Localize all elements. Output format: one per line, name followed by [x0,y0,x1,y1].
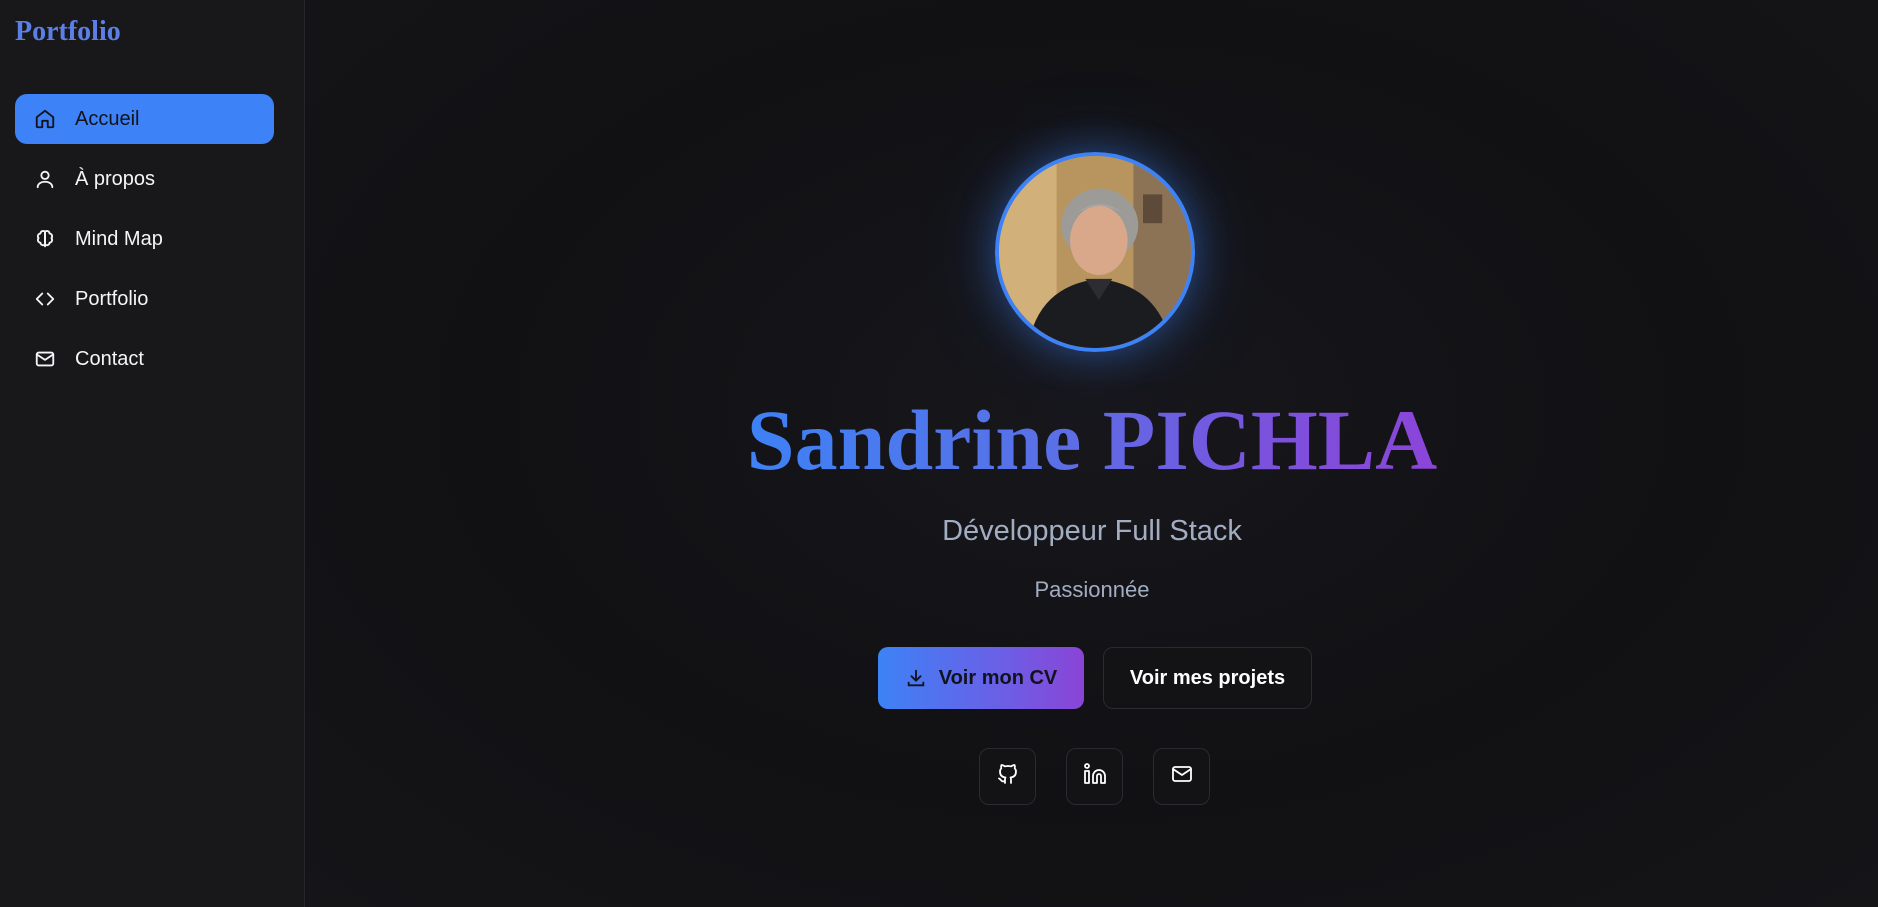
view-projects-label: Voir mes projets [1129,666,1286,689]
hero-name: Sandrine PICHLA [746,392,1438,488]
github-icon [996,762,1020,791]
view-projects-button[interactable]: Voir mes projets [1103,647,1312,709]
view-cv-label: Voir mon CV [938,666,1058,689]
view-cv-button[interactable]: Voir mon CV [878,647,1084,709]
sidebar-item-contact[interactable]: Contact [15,334,274,384]
sidebar-item-label: Accueil [75,107,140,130]
user-icon [34,168,56,190]
sidebar-item-portfolio[interactable]: Portfolio [15,274,274,324]
sidebar-item-label: Contact [75,347,144,370]
sidebar-item-label: À propos [75,167,156,190]
sidebar-item-a-propos[interactable]: À propos [15,154,274,204]
hero-tagline: Passionnée [1034,577,1150,602]
email-link[interactable] [1153,748,1210,805]
brain-icon [34,228,56,250]
sidebar-item-label: Mind Map [75,227,163,250]
sidebar-item-label: Portfolio [75,287,149,310]
mail-icon [34,348,56,370]
sidebar: Portfolio Accueil À propos Mind Map Port… [0,0,305,907]
linkedin-icon [1083,762,1107,791]
sidebar-item-mind-map[interactable]: Mind Map [15,214,274,264]
code-icon [34,288,56,310]
github-link[interactable] [979,748,1036,805]
hero-section: Sandrine PICHLA Développeur Full Stack P… [306,0,1878,907]
brand-title[interactable]: Portfolio [15,16,121,48]
mail-icon [1170,762,1194,791]
home-icon [34,108,56,130]
avatar [995,152,1195,352]
linkedin-link[interactable] [1066,748,1123,805]
sidebar-nav: Accueil À propos Mind Map Portfolio Cont… [15,94,274,394]
download-icon [905,667,927,689]
hero-subtitle: Développeur Full Stack [942,515,1242,547]
sidebar-item-accueil[interactable]: Accueil [15,94,274,144]
